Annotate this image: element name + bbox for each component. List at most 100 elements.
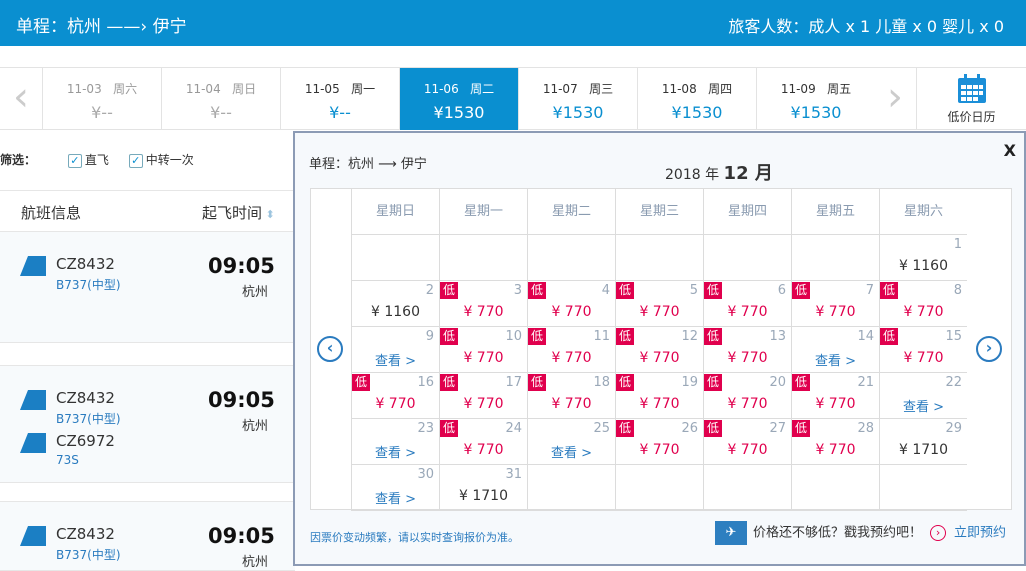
day-number: 20: [769, 375, 786, 390]
reservation-promo: ✈ 价格还不够低？戳我预约吧！ › 立即预约: [715, 521, 1006, 545]
day-price: ¥ 770: [551, 304, 592, 320]
day-number: 5: [689, 283, 698, 298]
date-price: ¥--: [210, 103, 232, 122]
filter-direct[interactable]: ✓ 直飞: [67, 153, 109, 168]
date-tab-11-05[interactable]: 11-05 周一 ¥--: [280, 68, 399, 130]
date-label: 11-04 周日: [185, 82, 257, 96]
low-price-badge: 低: [616, 282, 635, 299]
low-price-calendar-button[interactable]: 低价日历: [916, 68, 1026, 130]
calendar-day-9[interactable]: 9 查看 >: [351, 327, 439, 373]
calendar-cell-empty: [351, 235, 439, 281]
next-dates-arrow-icon[interactable]: ›: [874, 68, 916, 130]
airline-logo-icon: [20, 433, 46, 453]
date-label: 11-08 周四: [661, 82, 733, 96]
day-number: 27: [769, 421, 786, 436]
calendar-button-label: 低价日历: [947, 110, 996, 124]
day-number: 16: [417, 375, 434, 390]
reserve-now-link[interactable]: 立即预约: [954, 526, 1006, 541]
day-number: 14: [857, 329, 874, 344]
calendar-day-11[interactable]: 11 低 ¥ 770: [527, 327, 615, 373]
calendar-day-5[interactable]: 5 低 ¥ 770: [615, 281, 703, 327]
flight-info-header: 航班信息: [21, 204, 82, 222]
aircraft-type: 73S: [56, 453, 79, 467]
date-label: 11-06 周二: [423, 82, 495, 96]
calendar-day-24[interactable]: 24 低 ¥ 770: [439, 419, 527, 465]
view-link[interactable]: 查看 >: [352, 488, 439, 507]
day-price: ¥ 1710: [459, 488, 508, 504]
calendar-day-18[interactable]: 18 低 ¥ 770: [527, 373, 615, 419]
date-tab-11-09[interactable]: 11-09 周五 ¥1530: [756, 68, 875, 130]
calendar-day-20[interactable]: 20 低 ¥ 770: [703, 373, 791, 419]
calendar-day-23[interactable]: 23 查看 >: [351, 419, 439, 465]
calendar-day-3[interactable]: 3 低 ¥ 770: [439, 281, 527, 327]
arrow-circle-icon[interactable]: ›: [930, 525, 947, 541]
calendar-cell-empty: [879, 465, 967, 511]
date-tab-11-07[interactable]: 11-07 周三 ¥1530: [518, 68, 637, 130]
calendar-day-26[interactable]: 26 低 ¥ 770: [615, 419, 703, 465]
view-link[interactable]: 查看 >: [352, 442, 439, 461]
day-number: 13: [769, 329, 786, 344]
calendar-day-15[interactable]: 15 低 ¥ 770: [879, 327, 967, 373]
calendar-day-14[interactable]: 14 查看 >: [791, 327, 879, 373]
next-month-icon[interactable]: ›: [976, 336, 1002, 362]
low-price-badge: 低: [352, 374, 371, 391]
date-tab-11-06[interactable]: 11-06 周二 ¥1530: [399, 68, 518, 130]
day-number: 22: [945, 375, 962, 390]
departure-time-label: 起飞时间: [202, 204, 263, 222]
day-price: ¥ 770: [639, 442, 680, 458]
flight-row[interactable]: CZ8432 B737(中型) 09:05 杭州: [0, 501, 295, 571]
calendar-day-31[interactable]: 31 ¥ 1710: [439, 465, 527, 511]
day-number: 2: [425, 283, 434, 298]
calendar-day-8[interactable]: 8 低 ¥ 770: [879, 281, 967, 327]
checkbox-checked-icon[interactable]: ✓: [67, 153, 82, 168]
day-number: 17: [505, 375, 522, 390]
view-link[interactable]: 查看 >: [792, 350, 879, 369]
calendar-day-19[interactable]: 19 低 ¥ 770: [615, 373, 703, 419]
close-button[interactable]: X: [1004, 141, 1016, 160]
calendar-day-10[interactable]: 10 低 ¥ 770: [439, 327, 527, 373]
checkbox-checked-icon[interactable]: ✓: [128, 153, 143, 168]
calendar-day-16[interactable]: 16 低 ¥ 770: [351, 373, 439, 419]
low-price-badge: 低: [792, 420, 811, 437]
calendar-day-1[interactable]: 1 ¥ 1160: [879, 235, 967, 281]
departure-time-sort[interactable]: 起飞时间 ⬍: [202, 202, 275, 223]
calendar-day-2[interactable]: 2 ¥ 1160: [351, 281, 439, 327]
day-number: 11: [593, 329, 610, 344]
calendar-day-25[interactable]: 25 查看 >: [527, 419, 615, 465]
prev-month-icon[interactable]: ‹: [317, 336, 343, 362]
calendar-day-12[interactable]: 12 低 ¥ 770: [615, 327, 703, 373]
view-link[interactable]: 查看 >: [880, 396, 967, 415]
date-price: ¥--: [91, 103, 113, 122]
date-tab-11-08[interactable]: 11-08 周四 ¥1530: [637, 68, 756, 130]
calendar-day-13[interactable]: 13 低 ¥ 770: [703, 327, 791, 373]
airline-logo-icon: [20, 256, 46, 276]
date-tab-11-04[interactable]: 11-04 周日 ¥--: [161, 68, 280, 130]
header-bar: 单程：杭州 ——› 伊宁 旅客人数：成人 x 1 儿童 x 0 婴儿 x 0: [0, 0, 1026, 46]
low-price-badge: 低: [616, 374, 635, 391]
calendar-day-29[interactable]: 29 ¥ 1710: [879, 419, 967, 465]
calendar-day-7[interactable]: 7 低 ¥ 770: [791, 281, 879, 327]
calendar-day-27[interactable]: 27 低 ¥ 770: [703, 419, 791, 465]
date-price: ¥1530: [671, 103, 723, 122]
day-number: 10: [505, 329, 522, 344]
day-number: 1: [953, 237, 962, 252]
day-number: 23: [417, 421, 434, 436]
low-price-badge: 低: [440, 374, 459, 391]
calendar-day-17[interactable]: 17 低 ¥ 770: [439, 373, 527, 419]
filter-transfer[interactable]: ✓ 中转一次: [128, 153, 194, 168]
filter-direct-label: 直飞: [84, 153, 109, 167]
calendar-day-28[interactable]: 28 低 ¥ 770: [791, 419, 879, 465]
calendar-day-21[interactable]: 21 低 ¥ 770: [791, 373, 879, 419]
prev-dates-arrow-icon[interactable]: ‹: [0, 68, 42, 130]
calendar-day-4[interactable]: 4 低 ¥ 770: [527, 281, 615, 327]
calendar-day-22[interactable]: 22 查看 >: [879, 373, 967, 419]
calendar-day-6[interactable]: 6 低 ¥ 770: [703, 281, 791, 327]
view-link[interactable]: 查看 >: [352, 350, 439, 369]
calendar-day-30[interactable]: 30 查看 >: [351, 465, 439, 511]
date-tab-11-03[interactable]: 11-03 周六 ¥--: [42, 68, 161, 130]
view-link[interactable]: 查看 >: [528, 442, 615, 461]
flight-row[interactable]: CZ8432 B737(中型) CZ6972 73S 09:05 杭州: [0, 365, 295, 483]
flight-row[interactable]: CZ8432 B737(中型) 09:05 杭州: [0, 231, 295, 343]
weekday-header: 星期三: [615, 189, 703, 235]
day-number: 7: [865, 283, 874, 298]
